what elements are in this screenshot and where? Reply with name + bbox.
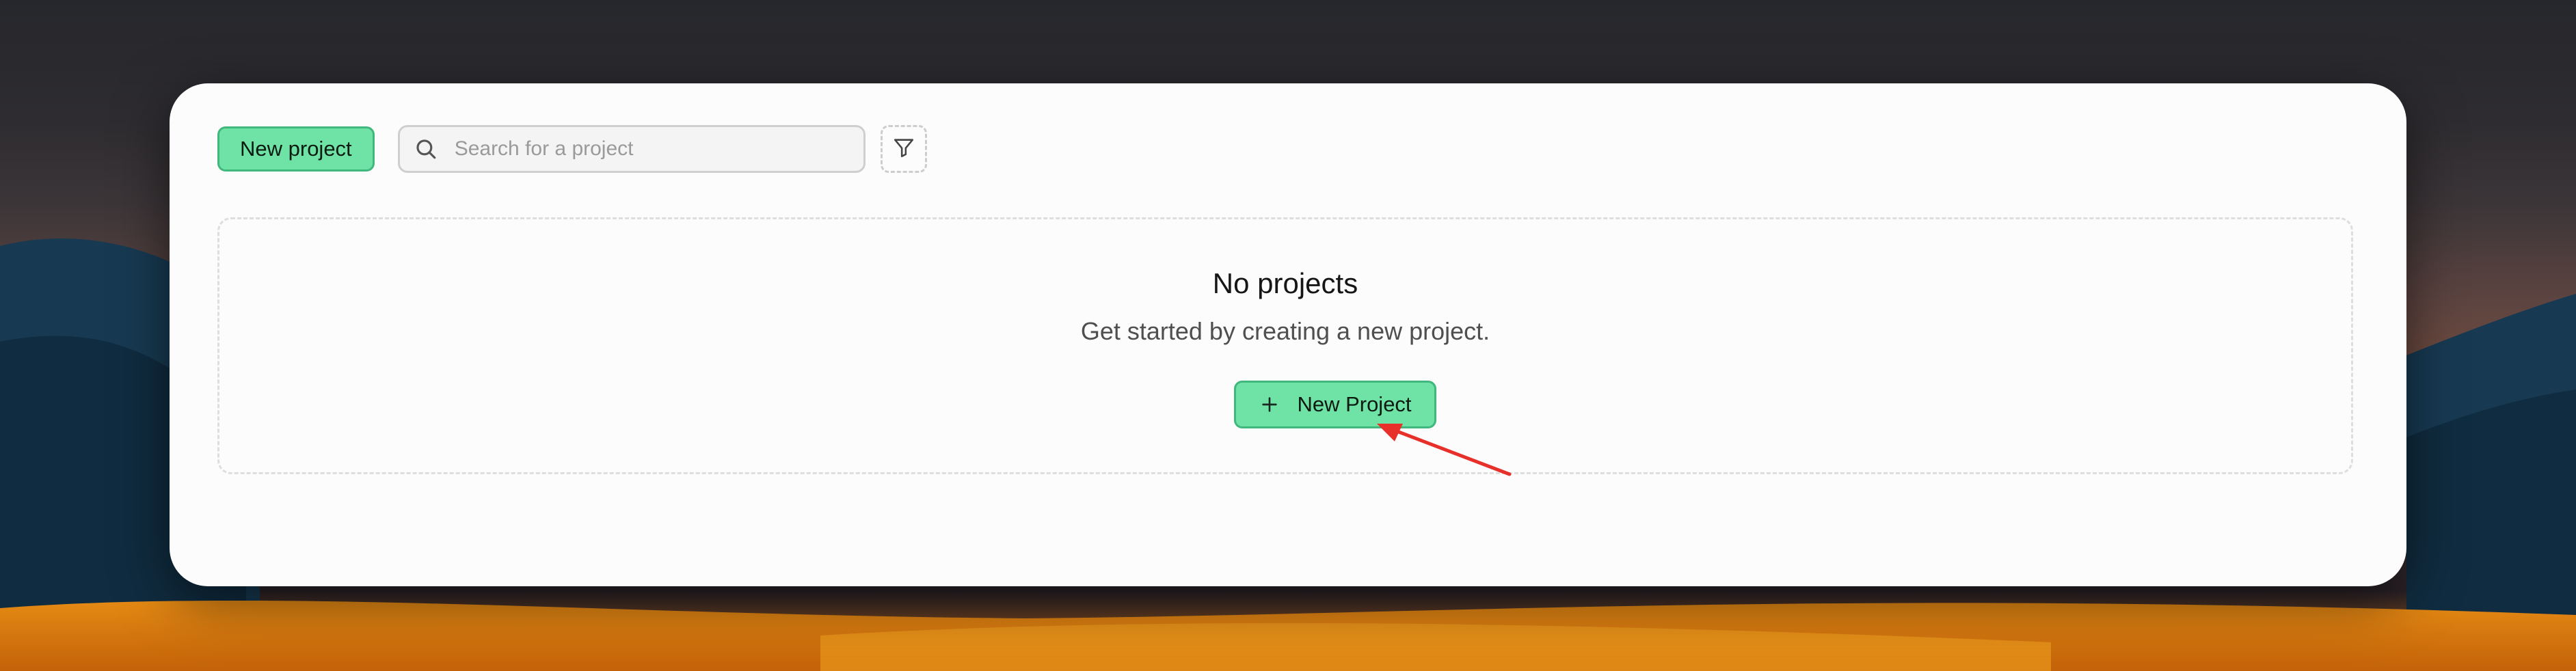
plus-icon (1259, 394, 1280, 415)
project-search[interactable] (397, 125, 866, 173)
empty-state-title: No projects (1212, 267, 1358, 299)
annotation-arrow-icon (1377, 424, 1512, 476)
create-project-label: New Project (1297, 392, 1412, 416)
new-project-button[interactable]: New project (217, 126, 375, 172)
projects-toolbar: New project (217, 125, 927, 173)
filter-button[interactable] (880, 125, 927, 173)
empty-state-subtitle: Get started by creating a new project. (1080, 317, 1490, 345)
empty-state-panel: No projects Get started by creating a ne… (217, 217, 2353, 474)
filter-icon (892, 136, 915, 163)
projects-window: New project No projects Get started by c… (170, 83, 2406, 586)
search-icon (414, 137, 438, 161)
search-input[interactable] (453, 137, 839, 161)
